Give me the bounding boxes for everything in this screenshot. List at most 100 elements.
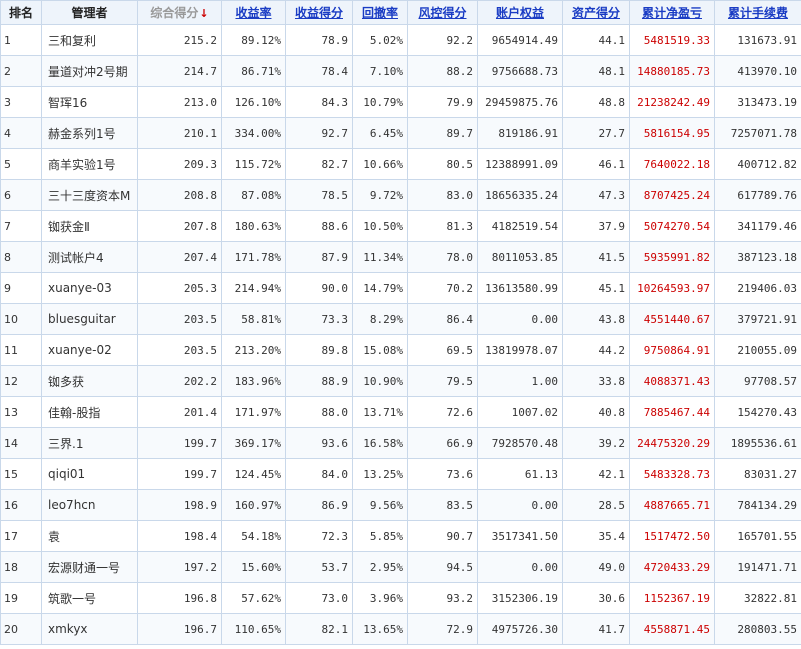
col-header-asset-score[interactable]: 资产得分 (562, 0, 630, 25)
col-header-composite-score[interactable]: 综合得分↓ (137, 0, 222, 25)
return-rate-cell: 87.08% (221, 179, 286, 211)
table-body: 1 三和复利 215.2 89.12% 78.9 5.02% 92.2 9654914.49 4… (0, 24, 801, 645)
table-row: 14 三界.1 199.7 369.17% 93.6 16.58% 66.9 7928570.… (0, 427, 801, 459)
manager-name-cell: 铷多获 (41, 365, 138, 397)
table-row: 1 三和复利 215.2 89.12% 78.9 5.02% 92.2 9654914.49 4… (0, 24, 801, 56)
drawdown-cell: 10.66% (352, 148, 408, 180)
drawdown-cell: 15.08% (352, 334, 408, 366)
risk-score-cell: 78.0 (407, 241, 478, 273)
asset-score-cell: 48.8 (562, 86, 630, 118)
table-row: 11 xuanye-02 203.5 213.20% 89.8 15.08% 69.5 138… (0, 334, 801, 366)
manager-name-cell: 筑歌一号 (41, 582, 138, 614)
composite-score-cell: 209.3 (137, 148, 222, 180)
fees-cell: 1895536.61 (714, 427, 801, 459)
return-rate-cell: 89.12% (221, 24, 286, 56)
asset-score-cell: 28.5 (562, 489, 630, 521)
risk-score-cell: 79.5 (407, 365, 478, 397)
rank-cell: 12 (0, 365, 42, 397)
drawdown-cell: 8.29% (352, 303, 408, 335)
equity-cell: 9654914.49 (477, 24, 563, 56)
net-pnl-cell: 4720433.29 (629, 551, 715, 583)
composite-score-cell: 207.8 (137, 210, 222, 242)
col-header-return-rate[interactable]: 收益率 (221, 0, 286, 25)
net-pnl-cell: 10264593.97 (629, 272, 715, 304)
manager-name-cell: 商羊实验1号 (41, 148, 138, 180)
return-rate-cell: 54.18% (221, 520, 286, 552)
composite-score-cell: 199.7 (137, 458, 222, 490)
drawdown-cell: 7.10% (352, 55, 408, 87)
drawdown-cell: 11.34% (352, 241, 408, 273)
asset-score-cell: 41.7 (562, 613, 630, 645)
manager-name-cell: xuanye-03 (41, 272, 138, 304)
equity-cell: 1007.02 (477, 396, 563, 428)
net-pnl-cell: 21238242.49 (629, 86, 715, 118)
table-row: 7 铷获金Ⅱ 207.8 180.63% 88.6 10.50% 81.3 4182519.5… (0, 210, 801, 242)
composite-score-cell: 215.2 (137, 24, 222, 56)
return-score-cell: 82.7 (285, 148, 353, 180)
rank-cell: 16 (0, 489, 42, 521)
manager-name-cell: 智珲16 (41, 86, 138, 118)
composite-score-cell: 201.4 (137, 396, 222, 428)
rank-cell: 11 (0, 334, 42, 366)
return-score-cell: 88.6 (285, 210, 353, 242)
composite-score-cell: 197.2 (137, 551, 222, 583)
drawdown-cell: 13.65% (352, 613, 408, 645)
net-pnl-cell: 5816154.95 (629, 117, 715, 149)
equity-cell: 7928570.48 (477, 427, 563, 459)
return-rate-cell: 86.71% (221, 55, 286, 87)
risk-score-cell: 70.2 (407, 272, 478, 304)
table-row: 6 三十三度资本M 208.8 87.08% 78.5 9.72% 83.0 18656335… (0, 179, 801, 211)
asset-score-cell: 27.7 (562, 117, 630, 149)
table-row: 15 qiqi01 199.7 124.45% 84.0 13.25% 73.6 61.13 4… (0, 458, 801, 490)
equity-cell: 9756688.73 (477, 55, 563, 87)
risk-score-cell: 94.5 (407, 551, 478, 583)
fees-cell: 32822.81 (714, 582, 801, 614)
net-pnl-cell: 4551440.67 (629, 303, 715, 335)
table-row: 18 宏源财通一号 197.2 15.60% 53.7 2.95% 94.5 0.00 49.0… (0, 551, 801, 583)
drawdown-cell: 16.58% (352, 427, 408, 459)
col-header-net-pnl[interactable]: 累计净盈亏 (629, 0, 715, 25)
rank-cell: 2 (0, 55, 42, 87)
asset-score-cell: 35.4 (562, 520, 630, 552)
col-header-risk-score[interactable]: 风控得分 (407, 0, 478, 25)
manager-name-cell: 量道对冲2号期 (41, 55, 138, 87)
col-header-return-score[interactable]: 收益得分 (285, 0, 353, 25)
table-row: 2 量道对冲2号期 214.7 86.71% 78.4 7.10% 88.2 9756688.… (0, 55, 801, 87)
composite-score-cell: 210.1 (137, 117, 222, 149)
return-score-cell: 84.0 (285, 458, 353, 490)
net-pnl-cell: 5074270.54 (629, 210, 715, 242)
return-rate-cell: 15.60% (221, 551, 286, 583)
return-score-cell: 93.6 (285, 427, 353, 459)
col-header-equity[interactable]: 账户权益 (477, 0, 563, 25)
ranking-table: 排名 管理者 综合得分↓ 收益率 收益得分 回撤率 风控得分 账户权益 资产得分… (0, 0, 801, 645)
col-header-drawdown[interactable]: 回撤率 (352, 0, 408, 25)
risk-score-cell: 69.5 (407, 334, 478, 366)
return-score-cell: 73.0 (285, 582, 353, 614)
risk-score-cell: 72.9 (407, 613, 478, 645)
return-score-cell: 84.3 (285, 86, 353, 118)
equity-cell: 1.00 (477, 365, 563, 397)
composite-score-cell: 214.7 (137, 55, 222, 87)
return-score-cell: 78.9 (285, 24, 353, 56)
return-score-cell: 78.5 (285, 179, 353, 211)
equity-cell: 12388991.09 (477, 148, 563, 180)
manager-name-cell: 佳翰-股指 (41, 396, 138, 428)
net-pnl-cell: 4887665.71 (629, 489, 715, 521)
composite-score-cell: 208.8 (137, 179, 222, 211)
rank-cell: 17 (0, 520, 42, 552)
net-pnl-cell: 1152367.19 (629, 582, 715, 614)
risk-score-cell: 72.6 (407, 396, 478, 428)
return-score-cell: 86.9 (285, 489, 353, 521)
col-header-fees[interactable]: 累计手续费 (714, 0, 801, 25)
equity-cell: 13613580.99 (477, 272, 563, 304)
composite-score-cell: 207.4 (137, 241, 222, 273)
header-row: 排名 管理者 综合得分↓ 收益率 收益得分 回撤率 风控得分 账户权益 资产得分… (0, 0, 801, 25)
fees-cell: 341179.46 (714, 210, 801, 242)
net-pnl-cell: 4558871.45 (629, 613, 715, 645)
fees-cell: 387123.18 (714, 241, 801, 273)
drawdown-cell: 5.85% (352, 520, 408, 552)
fees-cell: 413970.10 (714, 55, 801, 87)
drawdown-cell: 13.25% (352, 458, 408, 490)
rank-cell: 10 (0, 303, 42, 335)
rank-cell: 9 (0, 272, 42, 304)
